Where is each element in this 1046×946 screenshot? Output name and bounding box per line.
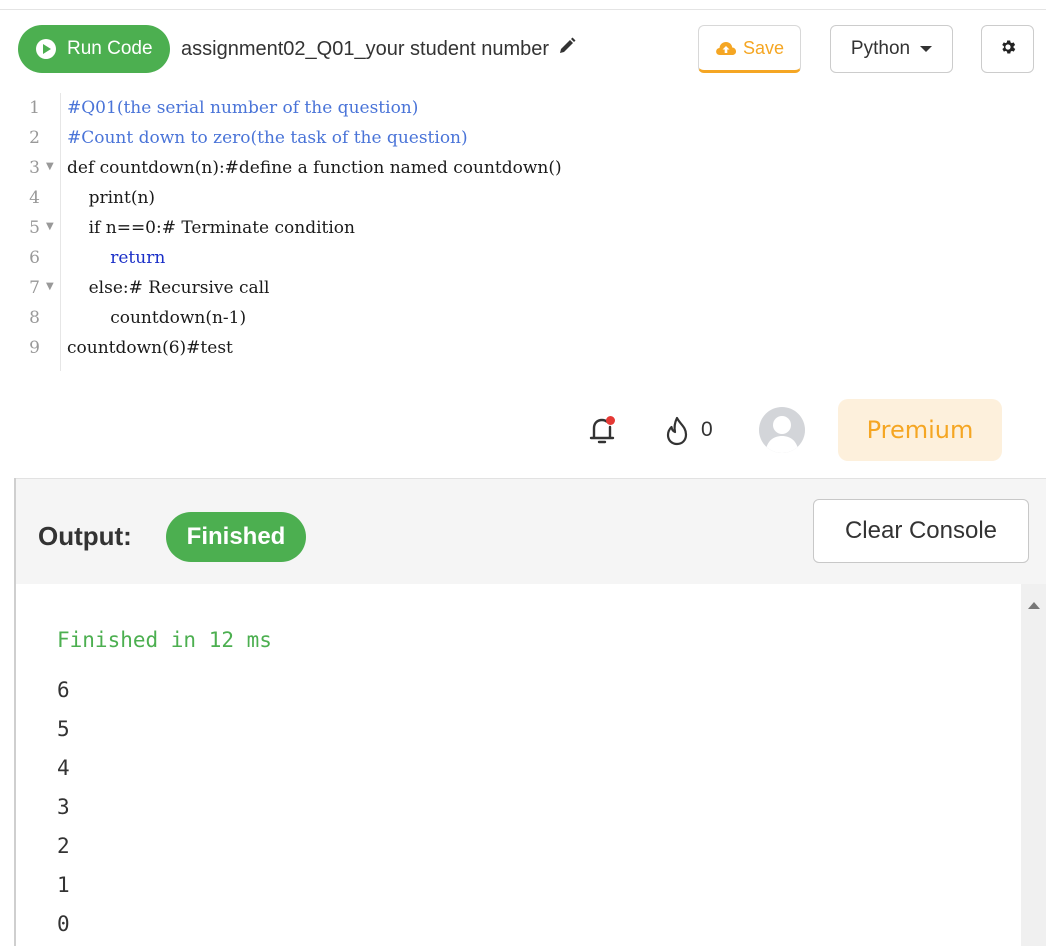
settings-button[interactable] (981, 25, 1034, 73)
code-text: #Count down to zero(the task of the ques… (67, 128, 468, 148)
code-text: #Q01(the serial number of the question) (67, 98, 419, 118)
bell-icon[interactable] (589, 415, 617, 450)
code-line: 8 countdown(n-1) (0, 303, 1000, 333)
line-number: 8 (29, 308, 40, 328)
run-code-label: Run Code (67, 38, 153, 59)
code-editor[interactable]: 1 #Q01(the serial number of the question… (0, 93, 1046, 371)
code-line: 4 print(n) (0, 183, 1000, 213)
line-number: 3 (29, 158, 40, 178)
console-line: 1 (57, 873, 70, 897)
console-line: 4 (57, 756, 70, 780)
console-line: 3 (57, 795, 70, 819)
line-number: 4 (29, 188, 40, 208)
line-number: 7 (29, 278, 40, 298)
gear-icon (999, 38, 1017, 61)
play-icon (36, 39, 56, 59)
line-number: 1 (29, 98, 40, 118)
caret-down-icon (920, 46, 933, 52)
fold-toggle-icon[interactable]: ▼ (46, 272, 54, 302)
code-text: countdown(6)#test (67, 338, 233, 358)
cloud-upload-icon (715, 40, 737, 56)
console-line: 5 (57, 717, 70, 741)
output-header: Output: Finished Clear Console (16, 478, 1046, 584)
line-number: 6 (29, 248, 40, 268)
streak-count: 0 (701, 418, 713, 441)
line-number: 5 (29, 218, 40, 238)
fold-toggle-icon[interactable]: ▼ (46, 212, 54, 242)
finished-message: Finished in 12 ms (57, 628, 272, 652)
clear-console-button[interactable]: Clear Console (813, 499, 1029, 563)
file-name[interactable]: assignment02_Q01_your student number (181, 36, 577, 62)
code-text: countdown(n-1) (67, 308, 247, 328)
output-label: Output: (38, 521, 132, 551)
code-line: 2 #Count down to zero(the task of the qu… (0, 123, 1000, 153)
scroll-up-icon[interactable] (1028, 602, 1040, 609)
code-line: 6 return (0, 243, 1000, 273)
console-line: 2 (57, 834, 70, 858)
fold-toggle-icon[interactable]: ▼ (46, 152, 54, 182)
code-text: print(n) (67, 188, 156, 208)
output-panel: Output: Finished Clear Console Finished … (14, 478, 1046, 946)
save-button[interactable]: Save (698, 25, 801, 73)
code-line: 9 countdown(6)#test (0, 333, 1000, 363)
code-line: 1 #Q01(the serial number of the question… (0, 93, 1000, 123)
file-name-text: assignment02_Q01_your student number (181, 37, 550, 60)
console-line: 0 (57, 912, 70, 936)
console-line: 6 (57, 678, 70, 702)
code-text: def countdown(n):#define a function name… (67, 158, 562, 178)
flame-icon (663, 415, 691, 452)
code-line: 5 ▼ if n==0:# Terminate condition (0, 213, 1000, 243)
console-output: Finished in 12 ms 6 5 4 3 2 1 0 (16, 584, 1021, 946)
save-label: Save (742, 37, 785, 58)
code-line: 3 ▼ def countdown(n):#define a function … (0, 153, 1000, 183)
run-code-button[interactable]: Run Code (18, 25, 170, 73)
code-line: 7 ▼ else:# Recursive call (0, 273, 1000, 303)
language-label: Python (850, 38, 911, 59)
status-badge: Finished (166, 512, 306, 562)
code-text: return (67, 248, 166, 268)
premium-button[interactable]: Premium (838, 399, 1002, 461)
code-text: else:# Recursive call (67, 278, 270, 298)
pencil-icon[interactable] (557, 36, 577, 62)
top-divider (0, 9, 1046, 10)
avatar-icon[interactable] (759, 407, 805, 453)
line-number: 2 (29, 128, 40, 148)
language-select[interactable]: Python (830, 25, 953, 73)
code-text: if n==0:# Terminate condition (67, 218, 355, 238)
console-scrollbar[interactable] (1021, 584, 1046, 946)
line-number: 9 (29, 338, 40, 358)
